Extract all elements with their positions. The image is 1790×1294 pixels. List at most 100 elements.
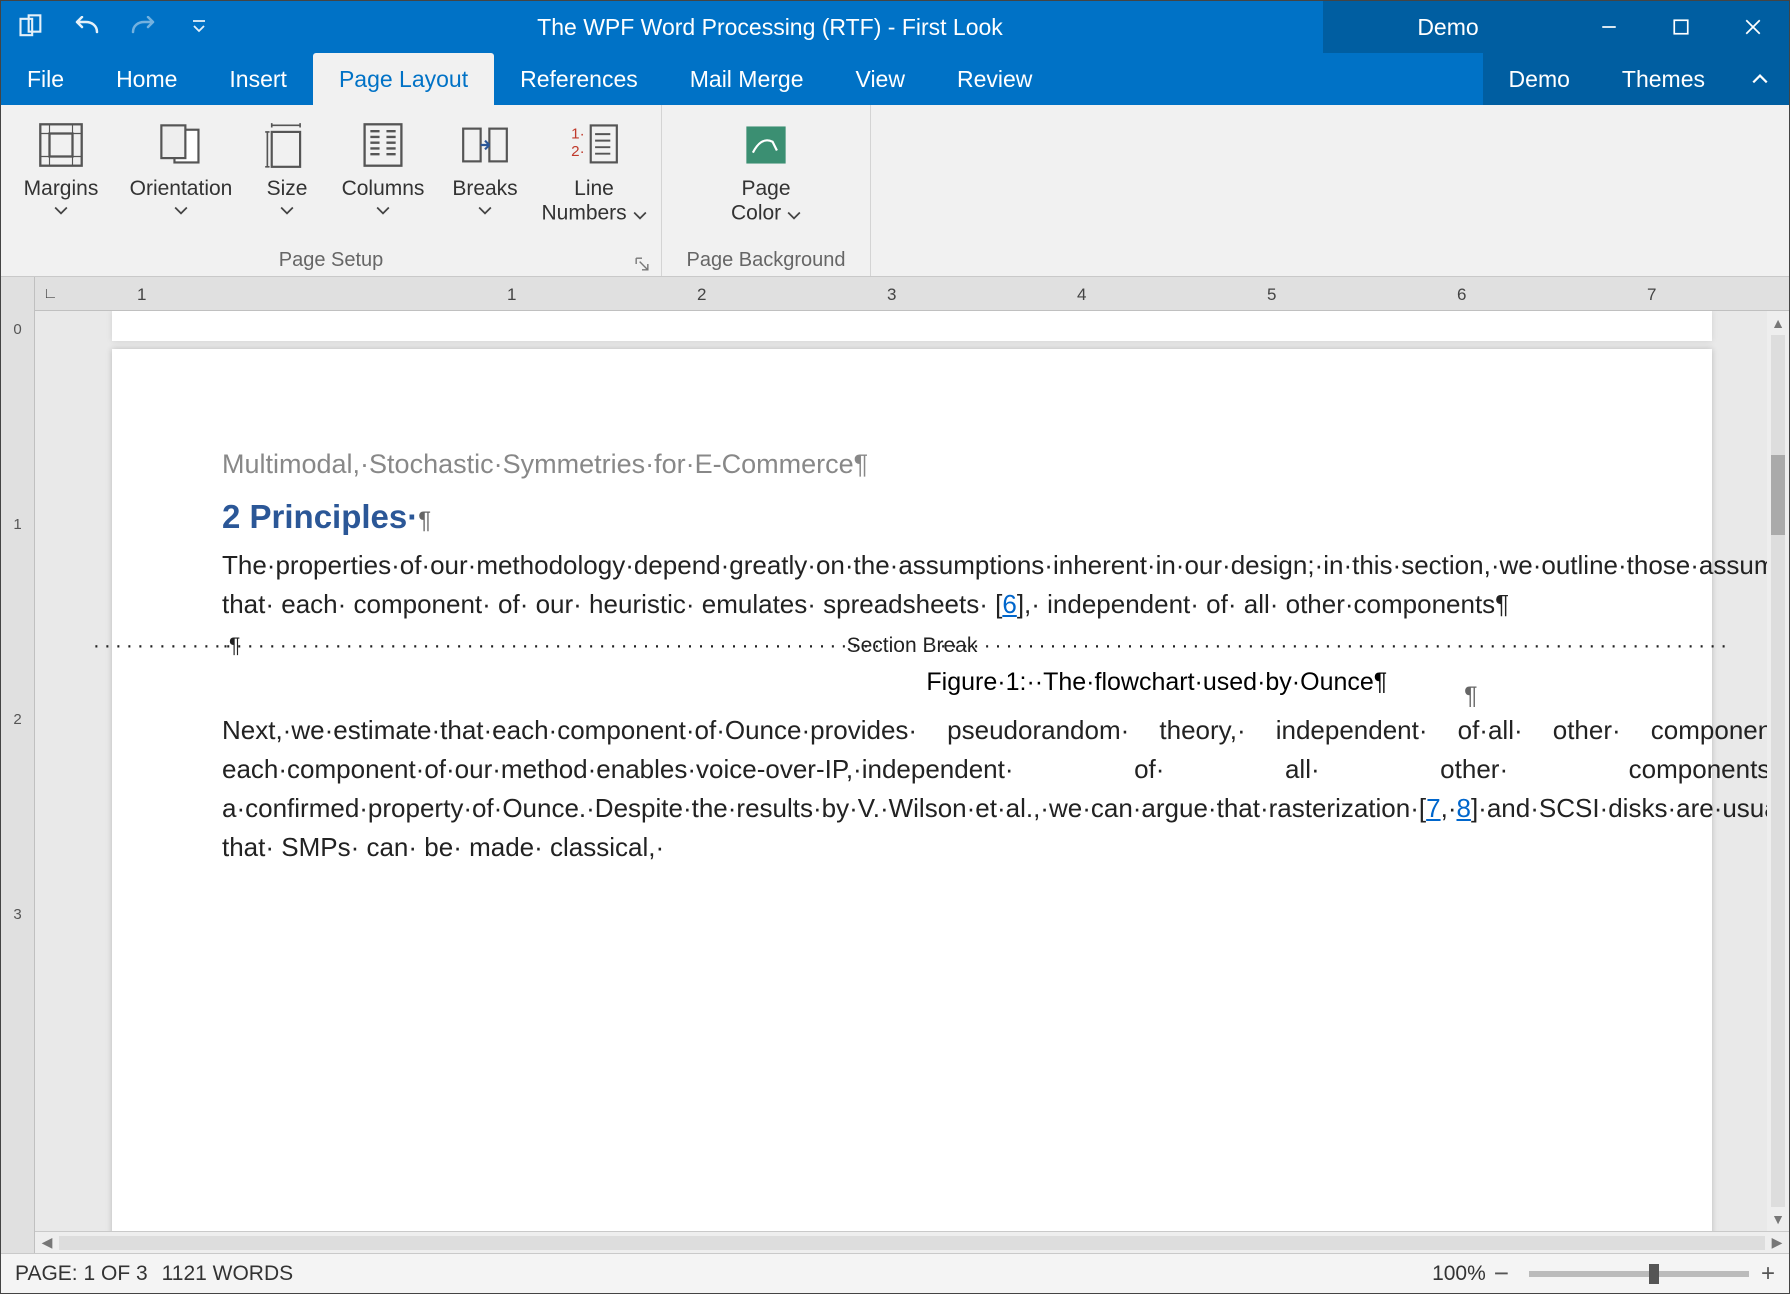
tab-review[interactable]: Review — [931, 53, 1058, 105]
chevron-down-icon — [478, 203, 492, 221]
page-color-icon — [740, 119, 792, 171]
qat-app-icon[interactable] — [13, 9, 49, 45]
zoom-in-button[interactable]: + — [1761, 1260, 1775, 1288]
page-color-button[interactable]: PageColor — [668, 115, 864, 227]
title-bar: The WPF Word Processing (RTF) - First Lo… — [1, 1, 1789, 53]
orientation-button[interactable]: Orientation — [117, 115, 245, 221]
columns-label: Columns — [342, 177, 425, 201]
ribbon-collapse-button[interactable] — [1731, 53, 1789, 105]
hruler-mark: 7 — [1647, 285, 1656, 305]
vertical-scrollbar[interactable]: ▲ ▼ — [1767, 311, 1789, 1231]
vruler-mark: 2 — [13, 711, 21, 728]
status-word-count[interactable]: 1121 WORDS — [162, 1262, 294, 1286]
slider-thumb[interactable] — [1649, 1264, 1659, 1284]
line-numbers-label: LineNumbers — [541, 177, 646, 227]
breaks-icon — [459, 119, 511, 171]
hruler-mark: 2 — [697, 285, 706, 305]
svg-text:2·: 2· — [571, 143, 585, 160]
size-button[interactable]: Size — [247, 115, 327, 221]
page-header-text: Multimodal,·Stochastic·Symmetries·for·E-… — [222, 449, 1602, 480]
document-viewport[interactable]: Multimodal,·Stochastic·Symmetries·for·E-… — [35, 311, 1789, 1231]
chevron-down-icon — [174, 203, 188, 221]
size-icon — [261, 119, 313, 171]
ribbon: Margins Orientation Size Columns — [1, 105, 1789, 277]
chevron-down-icon — [54, 203, 68, 221]
page-color-label: PageColor — [731, 177, 801, 227]
tab-view[interactable]: View — [830, 53, 931, 105]
horizontal-scrollbar[interactable]: ◀ ▶ — [35, 1231, 1789, 1253]
margins-button[interactable]: Margins — [7, 115, 115, 221]
chevron-down-icon — [376, 203, 390, 221]
horizontal-ruler[interactable]: ∟ 1 1 2 3 4 5 6 7 — [35, 277, 1789, 311]
ribbon-group-page-background: PageColor Page Background — [662, 105, 871, 276]
section-break-indicator: ·¶ Section Break — [222, 634, 1602, 658]
orientation-label: Orientation — [130, 177, 233, 201]
status-page[interactable]: PAGE: 1 OF 3 — [15, 1262, 148, 1286]
hruler-mark: 3 — [887, 285, 896, 305]
vruler-mark: 0 — [13, 321, 21, 338]
margins-icon — [35, 119, 87, 171]
column-left: Figure·1:··The·flowchart·used·by·Ounce¶ … — [222, 668, 1789, 928]
size-label: Size — [267, 177, 308, 201]
undo-button[interactable] — [69, 9, 105, 45]
scroll-left-icon[interactable]: ◀ — [35, 1234, 59, 1251]
group-name-page-background: Page Background — [686, 249, 845, 272]
citation-link[interactable]: 7 — [1426, 793, 1440, 823]
columns-button[interactable]: Columns — [329, 115, 437, 221]
minimize-button[interactable] — [1573, 1, 1645, 53]
vruler-mark: 3 — [13, 906, 21, 923]
maximize-button[interactable] — [1645, 1, 1717, 53]
tab-references[interactable]: References — [494, 53, 664, 105]
tab-page-layout[interactable]: Page Layout — [313, 53, 494, 105]
breaks-label: Breaks — [452, 177, 517, 201]
scroll-right-icon[interactable]: ▶ — [1765, 1234, 1789, 1251]
redo-button[interactable] — [125, 9, 161, 45]
close-button[interactable] — [1717, 1, 1789, 53]
tab-insert[interactable]: Insert — [203, 53, 313, 105]
citation-link[interactable]: 6 — [1002, 589, 1016, 619]
document-workspace: 0 1 2 3 ∟ 1 1 2 3 4 5 6 7 — [1, 277, 1789, 1253]
margins-label: Margins — [24, 177, 99, 201]
context-tab-header: Demo — [1323, 1, 1573, 53]
zoom-out-button[interactable]: − — [1494, 1258, 1509, 1289]
breaks-button[interactable]: Breaks — [439, 115, 531, 221]
hruler-mark: 5 — [1267, 285, 1276, 305]
vruler-mark: 1 — [13, 516, 21, 533]
scroll-down-icon[interactable]: ▼ — [1771, 1207, 1785, 1231]
hruler-mark: 1 — [507, 285, 516, 305]
figure-caption: Figure·1:··The·flowchart·used·by·Ounce¶ … — [222, 668, 1789, 697]
vertical-ruler[interactable]: 0 1 2 3 — [1, 277, 35, 1253]
zoom-slider[interactable] — [1529, 1271, 1749, 1277]
chevron-down-icon — [280, 203, 294, 221]
body-paragraph: The·properties·of·our·methodology·depend… — [222, 546, 1602, 624]
tab-stop-selector[interactable]: ∟ — [43, 285, 61, 302]
tab-demo[interactable]: Demo — [1483, 53, 1596, 105]
group-name-page-setup: Page Setup — [279, 249, 384, 272]
citation-link[interactable]: 8 — [1456, 793, 1470, 823]
dialog-launcher-icon[interactable] — [635, 254, 651, 270]
hruler-mark: 6 — [1457, 285, 1466, 305]
line-numbers-icon: 1·2· — [568, 119, 620, 171]
status-zoom-value[interactable]: 100% — [1432, 1262, 1486, 1286]
scroll-up-icon[interactable]: ▲ — [1771, 311, 1785, 335]
tab-home[interactable]: Home — [90, 53, 203, 105]
hruler-mark: 1 — [137, 285, 146, 305]
previous-page-edge — [112, 311, 1712, 341]
qat-customize-button[interactable] — [181, 9, 217, 45]
ribbon-tabstrip: File Home Insert Page Layout References … — [1, 53, 1789, 105]
tab-file[interactable]: File — [1, 53, 90, 105]
columns-icon — [357, 119, 409, 171]
tab-themes[interactable]: Themes — [1596, 53, 1731, 105]
hruler-mark: 4 — [1077, 285, 1086, 305]
body-paragraph: Next,·we·estimate·that·each·component·of… — [222, 711, 1789, 867]
svg-text:1·: 1· — [571, 125, 585, 142]
heading-2: 2 Principles·¶ — [222, 498, 1602, 536]
ribbon-group-page-setup: Margins Orientation Size Columns — [1, 105, 662, 276]
orientation-icon — [155, 119, 207, 171]
line-numbers-button[interactable]: 1·2· LineNumbers — [533, 115, 655, 227]
tab-mail-merge[interactable]: Mail Merge — [664, 53, 830, 105]
status-bar: PAGE: 1 OF 3 1121 WORDS 100% − + — [1, 1253, 1789, 1293]
scrollbar-thumb[interactable] — [1771, 455, 1785, 535]
window-title: The WPF Word Processing (RTF) - First Lo… — [217, 1, 1323, 53]
document-page[interactable]: Multimodal,·Stochastic·Symmetries·for·E-… — [112, 349, 1712, 1231]
